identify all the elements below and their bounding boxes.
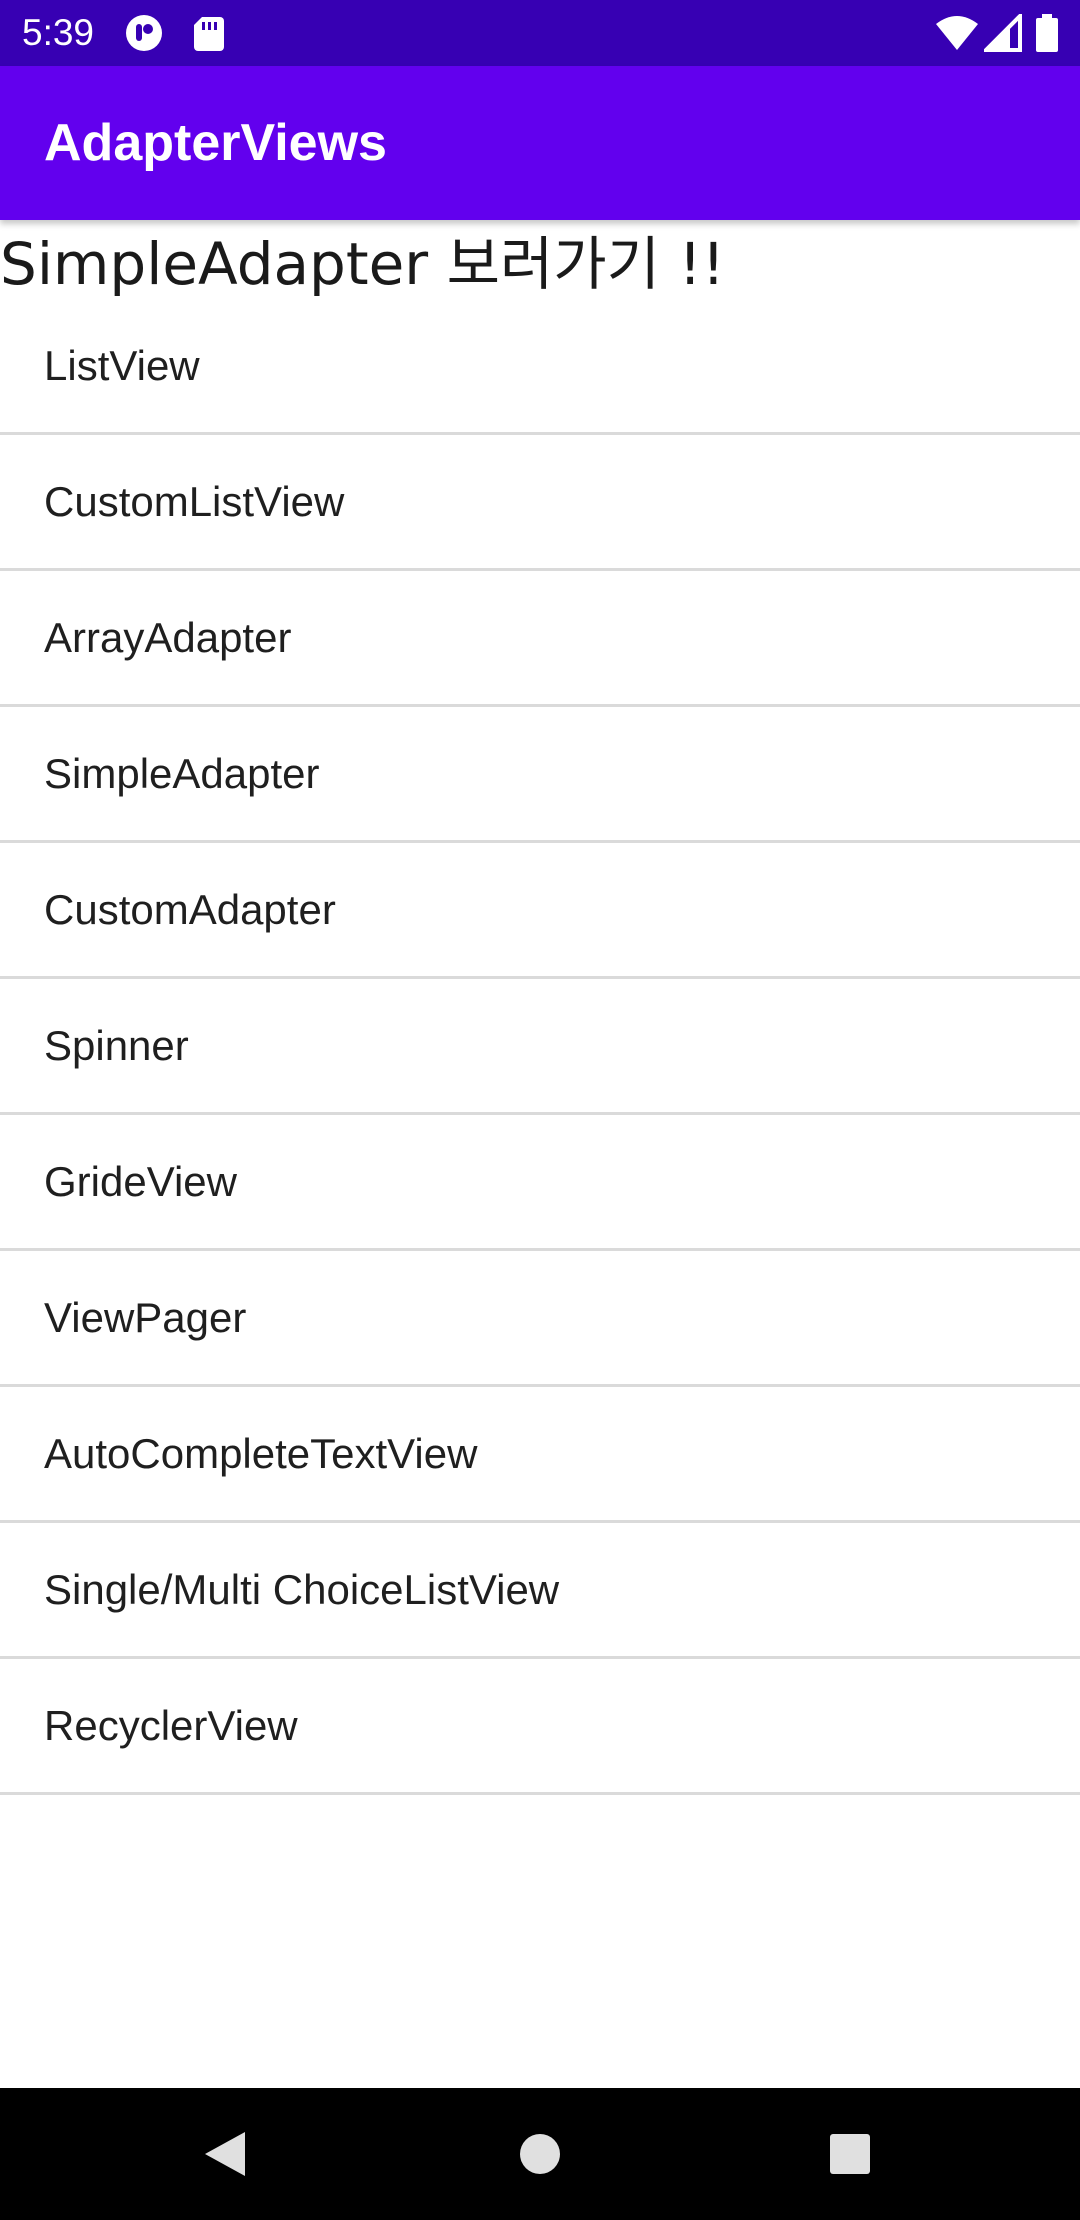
list-item-label: ArrayAdapter bbox=[44, 614, 292, 661]
list-item-autocompletetextview[interactable]: AutoCompleteTextView bbox=[0, 1387, 1080, 1523]
status-bar: 5:39 bbox=[0, 0, 1080, 66]
list-item-recyclerview[interactable]: RecyclerView bbox=[0, 1659, 1080, 1795]
navigation-bar bbox=[0, 2088, 1080, 2220]
list-item-simpleadapter[interactable]: SimpleAdapter bbox=[0, 707, 1080, 843]
page-heading[interactable]: SimpleAdapter 보러가기 !! bbox=[0, 224, 725, 304]
battery-icon bbox=[1034, 14, 1060, 52]
list-item-label: ViewPager bbox=[44, 1294, 247, 1341]
list-item-choicelistview[interactable]: Single/Multi ChoiceListView bbox=[0, 1523, 1080, 1659]
list-item-label: RecyclerView bbox=[44, 1702, 298, 1749]
recents-icon[interactable] bbox=[804, 2108, 896, 2200]
list-item-arrayadapter[interactable]: ArrayAdapter bbox=[0, 571, 1080, 707]
list-item-label: SimpleAdapter bbox=[44, 750, 320, 797]
sd-card-icon bbox=[190, 14, 228, 52]
list-item-label: CustomListView bbox=[44, 478, 345, 525]
list-item-grideview[interactable]: GrideView bbox=[0, 1115, 1080, 1251]
list-item-listview[interactable]: ListView bbox=[0, 300, 1080, 435]
wifi-icon bbox=[935, 14, 979, 52]
list-item-viewpager[interactable]: ViewPager bbox=[0, 1251, 1080, 1387]
list-item-customadapter[interactable]: CustomAdapter bbox=[0, 843, 1080, 979]
list-item-label: CustomAdapter bbox=[44, 886, 336, 933]
app-bar: AdapterViews bbox=[0, 66, 1080, 220]
list-item-label: AutoCompleteTextView bbox=[44, 1430, 478, 1477]
status-time: 5:39 bbox=[22, 12, 95, 53]
list-item-label: ListView bbox=[44, 342, 200, 389]
adapter-list: ListView CustomListView ArrayAdapter Sim… bbox=[0, 300, 1080, 1795]
home-icon[interactable] bbox=[494, 2108, 586, 2200]
list-item-label: Single/Multi ChoiceListView bbox=[44, 1566, 560, 1613]
cell-signal-icon bbox=[984, 14, 1022, 52]
back-icon[interactable] bbox=[180, 2108, 272, 2200]
list-item-customlistview[interactable]: CustomListView bbox=[0, 435, 1080, 571]
list-item-label: Spinner bbox=[44, 1022, 189, 1069]
list-item-label: GrideView bbox=[44, 1158, 237, 1205]
notification-app-icon bbox=[125, 14, 163, 52]
app-title: AdapterViews bbox=[44, 114, 387, 172]
list-item-spinner[interactable]: Spinner bbox=[0, 979, 1080, 1115]
